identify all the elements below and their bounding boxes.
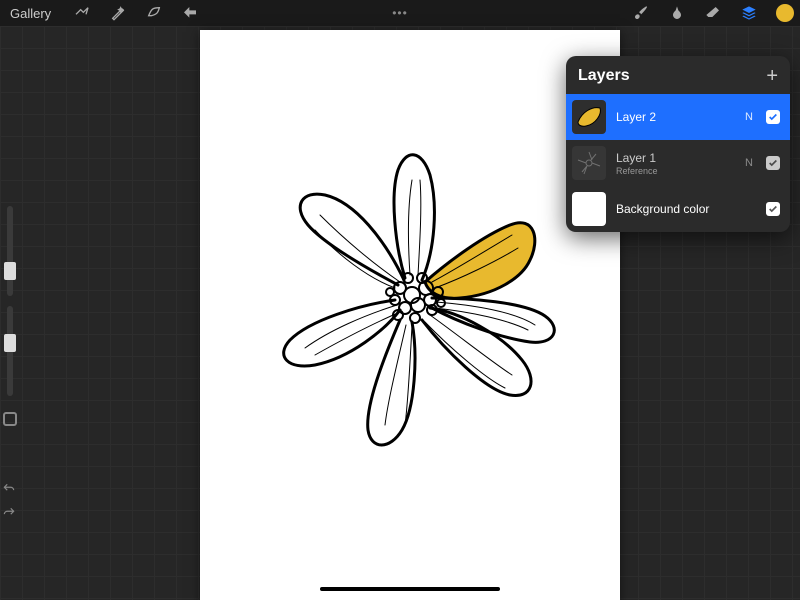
brush-opacity-slider[interactable]: [7, 306, 13, 396]
layer-info: Background color: [616, 202, 732, 216]
add-layer-button[interactable]: +: [766, 66, 778, 86]
selection-icon[interactable]: [145, 4, 163, 22]
top-toolbar: Gallery •••: [0, 0, 800, 26]
undo-icon[interactable]: [2, 482, 18, 498]
brush-opacity-thumb[interactable]: [4, 334, 16, 352]
layers-title: Layers: [578, 67, 630, 85]
eraser-icon[interactable]: [704, 4, 722, 22]
layers-panel: Layers + Layer 2 N Layer 1 Reference N: [566, 56, 790, 232]
layer-thumbnail: [572, 100, 606, 134]
layers-header: Layers +: [566, 56, 790, 94]
layer-blend-mode[interactable]: N: [742, 157, 756, 169]
undo-redo-group: [2, 482, 18, 522]
brush-size-slider[interactable]: [7, 206, 13, 296]
modify-button[interactable]: [3, 412, 17, 426]
layer-visibility-checkbox[interactable]: [766, 202, 780, 216]
workspace: Layers + Layer 2 N Layer 1 Reference N: [0, 26, 800, 600]
redo-icon[interactable]: [2, 506, 18, 522]
gallery-button[interactable]: Gallery: [6, 4, 55, 23]
smudge-icon[interactable]: [668, 4, 686, 22]
layer-name-label: Layer 2: [616, 110, 732, 124]
layer-row[interactable]: Layer 1 Reference N: [566, 140, 790, 186]
layer-visibility-checkbox[interactable]: [766, 110, 780, 124]
toolbar-right-group: [632, 4, 794, 22]
canvas[interactable]: [200, 30, 620, 600]
brush-size-thumb[interactable]: [4, 262, 16, 280]
adjustments-icon[interactable]: [73, 4, 91, 22]
layer-row[interactable]: Layer 2 N: [566, 94, 790, 140]
brush-icon[interactable]: [632, 4, 650, 22]
toolbar-left-group: Gallery: [6, 4, 199, 23]
color-swatch[interactable]: [776, 4, 794, 22]
layer-row[interactable]: Background color: [566, 186, 790, 232]
layer-thumbnail: [572, 146, 606, 180]
side-sliders: [0, 206, 20, 426]
transform-icon[interactable]: [181, 4, 199, 22]
layer-name-label: Layer 1: [616, 151, 732, 165]
wand-icon[interactable]: [109, 4, 127, 22]
layer-visibility-checkbox[interactable]: [766, 156, 780, 170]
layer-thumbnail: [572, 192, 606, 226]
home-indicator: [320, 587, 500, 591]
layers-icon[interactable]: [740, 4, 758, 22]
layer-info: Layer 2: [616, 110, 732, 124]
layer-subtitle-label: Reference: [616, 166, 732, 176]
canvas-options-icon[interactable]: •••: [392, 6, 408, 20]
layer-name-label: Background color: [616, 202, 732, 216]
layer-blend-mode[interactable]: N: [742, 111, 756, 123]
layer-info: Layer 1 Reference: [616, 151, 732, 176]
